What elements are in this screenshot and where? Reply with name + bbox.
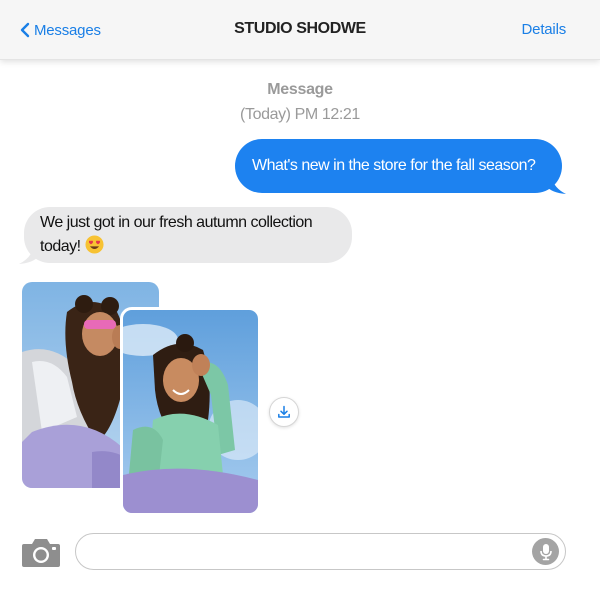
- details-button[interactable]: Details: [522, 21, 567, 38]
- outgoing-bubble-tail: [546, 178, 566, 194]
- camera-button[interactable]: [21, 536, 61, 568]
- incoming-message-bubble[interactable]: We just got in our fresh autumn collecti…: [24, 207, 352, 263]
- timestamp-label: Message: [267, 81, 333, 98]
- incoming-message-line-2: today!: [40, 235, 336, 259]
- download-button[interactable]: [269, 397, 299, 427]
- conversation-title: STUDIO SHODWE: [234, 20, 366, 37]
- microphone-button[interactable]: [532, 538, 559, 565]
- incoming-message-line-2-text: today!: [40, 238, 81, 255]
- message-input[interactable]: [75, 533, 566, 570]
- download-icon: [278, 405, 290, 418]
- photo-girl-green-top: [123, 310, 258, 513]
- outgoing-message-text: What's new in the store for the fall sea…: [252, 157, 536, 174]
- photo-attachment-2[interactable]: [120, 307, 261, 516]
- camera-icon: [22, 539, 60, 567]
- messages-screen: Messages STUDIO SHODWE Details Message (…: [0, 0, 600, 600]
- timestamp-time: (Today) PM 12:21: [240, 106, 360, 123]
- incoming-message-line-1: We just got in our fresh autumn collecti…: [40, 214, 313, 231]
- outgoing-message-bubble[interactable]: What's new in the store for the fall sea…: [235, 139, 562, 193]
- nav-header: Messages STUDIO SHODWE Details: [0, 0, 600, 60]
- heart-eyes-emoji-icon: [85, 235, 104, 254]
- microphone-icon: [539, 543, 552, 560]
